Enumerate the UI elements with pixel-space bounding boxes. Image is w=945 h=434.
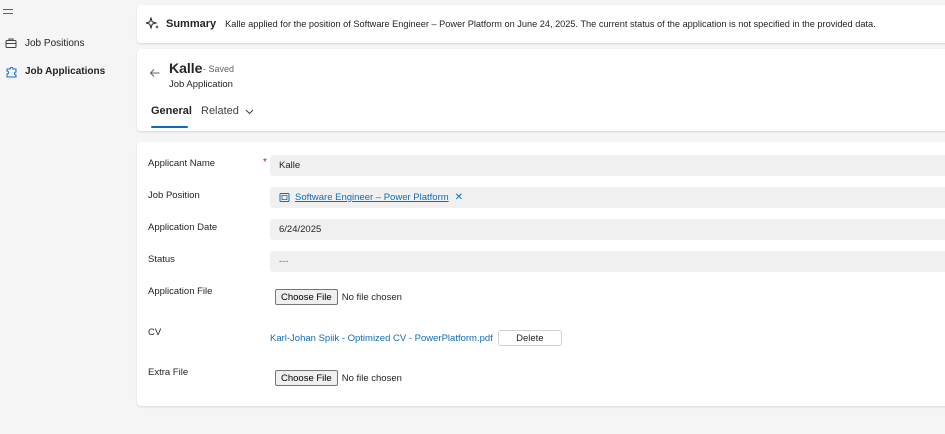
tab-related[interactable]: Related — [201, 105, 254, 117]
application-date-label: Application Date — [148, 222, 218, 233]
job-position-lookup[interactable]: Software Engineer – Power Platform ✕ — [270, 187, 945, 208]
no-file-text: No file chosen — [341, 372, 402, 384]
back-arrow-icon[interactable] — [149, 67, 161, 79]
briefcase-icon — [4, 36, 18, 50]
choose-file-button[interactable]: Choose File — [275, 289, 338, 305]
sidebar-item-job-applications[interactable]: Job Applications — [4, 61, 105, 81]
active-tab-indicator — [151, 126, 188, 128]
summary-text: Kalle applied for the position of Softwa… — [225, 19, 876, 29]
summary-banner: Summary Kalle applied for the position o… — [137, 5, 945, 43]
job-position-label: Job Position — [148, 190, 200, 201]
puzzle-icon — [4, 64, 18, 78]
cv-file-row: Karl-Johan Spiik - Optimized CV - PowerP… — [270, 330, 562, 346]
sidebar-item-label: Job Positions — [25, 37, 85, 49]
record-save-status: - Saved — [203, 64, 235, 74]
choose-file-button[interactable]: Choose File — [275, 370, 338, 386]
applicant-name-value: Kalle — [279, 160, 301, 171]
extra-file-input: Choose File No file chosen — [275, 370, 402, 386]
status-label: Status — [148, 254, 175, 265]
status-field[interactable]: --- — [270, 251, 945, 272]
hamburger-menu-icon[interactable] — [3, 9, 15, 19]
cv-label: CV — [148, 327, 162, 338]
tab-general[interactable]: General — [151, 105, 192, 117]
record-name: Kalle — [169, 60, 203, 76]
application-date-value: 6/24/2025 — [279, 224, 322, 235]
delete-cv-button[interactable]: Delete — [497, 330, 562, 346]
job-position-link[interactable]: Software Engineer – Power Platform — [295, 192, 449, 203]
application-file-label: Application File — [148, 286, 213, 297]
record-entity-type: Job Application — [169, 79, 233, 90]
cv-file-link[interactable]: Karl-Johan Spiik - Optimized CV - PowerP… — [270, 333, 493, 344]
applicant-name-field[interactable]: Kalle — [270, 155, 945, 176]
status-value: --- — [279, 256, 289, 267]
required-indicator: * — [263, 157, 267, 168]
chevron-down-icon — [245, 107, 254, 116]
sparkle-icon — [146, 17, 160, 31]
application-date-field[interactable]: 6/24/2025 — [270, 219, 945, 240]
no-file-text: No file chosen — [341, 291, 402, 303]
record-icon — [279, 192, 290, 203]
tab-related-label: Related — [201, 105, 239, 117]
applicant-name-label: Applicant Name — [148, 158, 216, 169]
sidebar-item-label: Job Applications — [25, 65, 106, 77]
remove-lookup-icon[interactable]: ✕ — [455, 192, 463, 203]
extra-file-label: Extra File — [148, 367, 189, 378]
sidebar: Job Positions Job Applications — [0, 0, 128, 434]
summary-title: Summary — [166, 18, 217, 30]
sidebar-item-job-positions[interactable]: Job Positions — [4, 33, 84, 53]
record-header: Kalle - Saved Job Application General Re… — [137, 49, 945, 131]
application-file-input: Choose File No file chosen — [275, 289, 402, 305]
form-section: Applicant Name * Kalle Job Position Soft… — [137, 142, 945, 406]
